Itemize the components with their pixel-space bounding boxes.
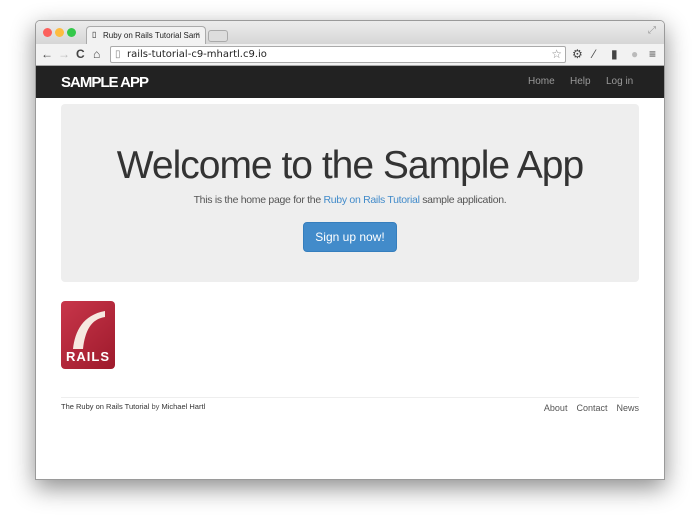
footer-about-link[interactable]: About bbox=[544, 403, 568, 413]
rails-tutorial-link[interactable]: Ruby on Rails Tutorial bbox=[323, 194, 419, 206]
nav-home[interactable]: Home bbox=[528, 76, 555, 87]
footer-author-link[interactable]: Michael Hartl bbox=[161, 402, 205, 411]
forward-icon[interactable]: → bbox=[58, 47, 70, 61]
bookmark-star-icon[interactable]: ☆ bbox=[551, 47, 562, 61]
footer-tutorial-link[interactable]: The Ruby on Rails Tutorial bbox=[61, 402, 149, 411]
signup-button[interactable]: Sign up now! bbox=[303, 222, 397, 252]
footer-news-link[interactable]: News bbox=[616, 403, 639, 413]
page-title: Welcome to the Sample App bbox=[116, 144, 584, 187]
minimize-window-button[interactable] bbox=[55, 28, 64, 37]
reload-icon[interactable]: C bbox=[76, 47, 85, 61]
tab-title: Ruby on Rails Tutorial Sam bbox=[103, 31, 200, 40]
browser-window: ▯ Ruby on Rails Tutorial Sam × ⤢ ← → C ⌂ ▯… bbox=[35, 20, 665, 480]
extension-disabled-icon[interactable]: ● bbox=[631, 47, 638, 61]
extension-icon[interactable]: ▮ bbox=[611, 47, 618, 61]
back-icon[interactable]: ← bbox=[41, 47, 53, 61]
brand-logo[interactable]: SAMPLE APP bbox=[61, 74, 149, 91]
address-bar[interactable]: ▯ rails-tutorial-c9-mhartl.c9.io ☆ bbox=[110, 46, 566, 63]
footer: The Ruby on Rails Tutorial by Michael Ha… bbox=[61, 397, 639, 413]
browser-toolbar: ← → C ⌂ ▯ rails-tutorial-c9-mhartl.c9.io ☆… bbox=[36, 44, 664, 66]
nav-login[interactable]: Log in bbox=[606, 76, 633, 87]
rails-logo[interactable]: RAILS bbox=[61, 301, 115, 369]
fullscreen-icon[interactable]: ⤢ bbox=[648, 25, 656, 36]
url-text: rails-tutorial-c9-mhartl.c9.io bbox=[127, 49, 267, 60]
page-icon: ▯ bbox=[115, 49, 121, 60]
settings-gear-icon[interactable]: ⚙ bbox=[572, 47, 583, 61]
eyedropper-extension-icon[interactable]: ⁄ bbox=[593, 47, 595, 61]
rails-logo-text: RAILS bbox=[66, 349, 110, 364]
title-bar: ▯ Ruby on Rails Tutorial Sam × ⤢ bbox=[36, 21, 664, 44]
menu-icon[interactable]: ≡ bbox=[649, 47, 656, 61]
page-icon: ▯ bbox=[92, 30, 97, 39]
new-tab-button[interactable] bbox=[208, 30, 228, 42]
footer-contact-link[interactable]: Contact bbox=[576, 403, 607, 413]
maximize-window-button[interactable] bbox=[67, 28, 76, 37]
close-window-button[interactable] bbox=[43, 28, 52, 37]
site-navbar: SAMPLE APP Home Help Log in bbox=[36, 66, 664, 98]
hero-text: This is the home page for the Ruby on Ra… bbox=[61, 194, 639, 206]
hero-text-start: This is the home page for the bbox=[193, 194, 324, 206]
nav-help[interactable]: Help bbox=[570, 76, 591, 87]
home-icon[interactable]: ⌂ bbox=[93, 47, 100, 61]
footer-by-text: by bbox=[149, 402, 162, 411]
hero-section: Welcome to the Sample App This is the ho… bbox=[61, 104, 639, 282]
browser-tab[interactable]: ▯ Ruby on Rails Tutorial Sam × bbox=[86, 26, 206, 44]
close-tab-icon[interactable]: × bbox=[195, 30, 200, 39]
hero-text-end: sample application. bbox=[419, 194, 507, 206]
